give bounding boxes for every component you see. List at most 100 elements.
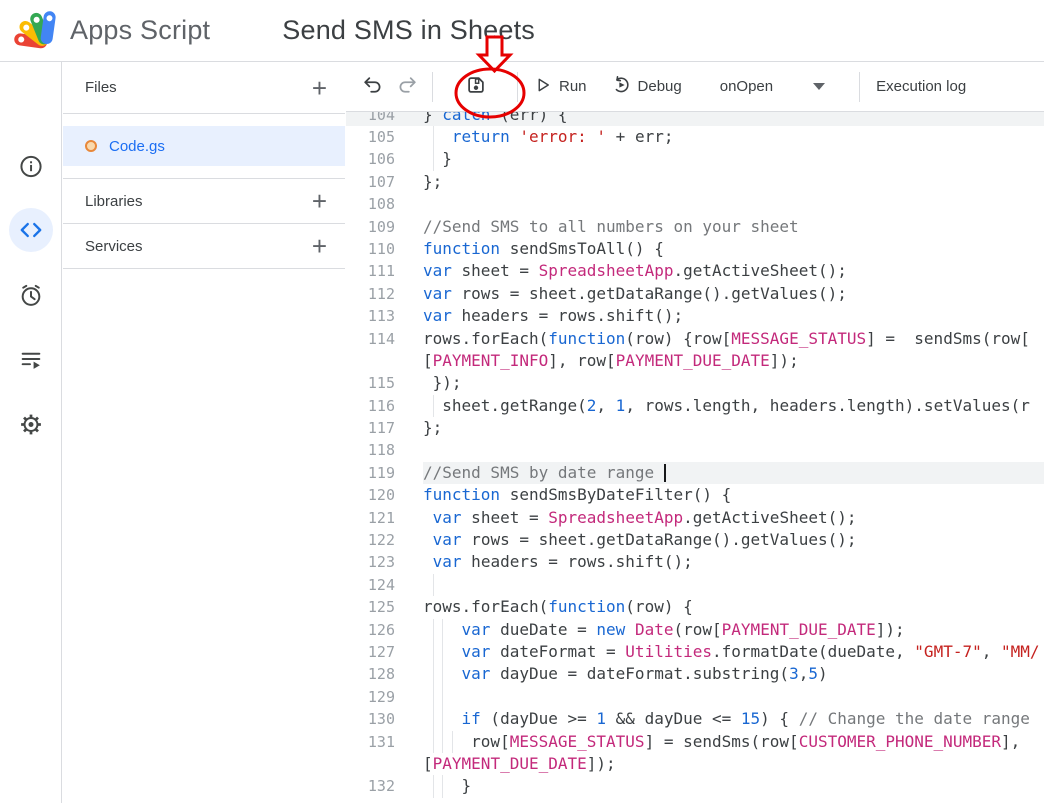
- code-text: if (dayDue >= 1 && dayDue <= 15) { // Ch…: [423, 708, 1044, 730]
- debug-icon: [611, 75, 631, 99]
- code-line[interactable]: 119//Send SMS by date range: [346, 462, 1044, 484]
- redo-icon: [396, 74, 418, 100]
- code-line[interactable]: 115 });: [346, 372, 1044, 394]
- code-line[interactable]: 116 sheet.getRange(2, 1, rows.length, he…: [346, 395, 1044, 417]
- run-label: Run: [559, 78, 587, 95]
- line-number: 107: [346, 171, 423, 193]
- line-number: 113: [346, 305, 423, 327]
- code-line[interactable]: 122 var rows = sheet.getDataRange().getV…: [346, 529, 1044, 551]
- libraries-label: Libraries: [85, 193, 143, 210]
- executions-button[interactable]: [18, 347, 43, 372]
- code-line[interactable]: 118: [346, 439, 1044, 461]
- code-line[interactable]: 123 var headers = rows.shift();: [346, 551, 1044, 573]
- code-line[interactable]: 117};: [346, 417, 1044, 439]
- line-number: 130: [346, 708, 423, 730]
- line-number: 127: [346, 641, 423, 663]
- code-text: } catch (err) {: [423, 112, 1044, 126]
- code-line[interactable]: 112var rows = sheet.getDataRange().getVa…: [346, 283, 1044, 305]
- line-number: 109: [346, 216, 423, 238]
- toolbar-divider: [432, 72, 433, 102]
- code-line[interactable]: 128 var dayDue = dateFormat.substring(3,…: [346, 663, 1044, 685]
- line-number: 110: [346, 238, 423, 260]
- settings-button[interactable]: [18, 412, 43, 437]
- debug-button[interactable]: Debug: [611, 75, 682, 99]
- code-text: function sendSmsByDateFilter() {: [423, 484, 1044, 506]
- code-text: //Send SMS by date range: [423, 462, 1044, 484]
- code-text: rows.forEach(function(row) {row[MESSAGE_…: [423, 328, 1044, 350]
- indent-guide: [442, 641, 443, 663]
- editor-button[interactable]: [9, 208, 53, 252]
- code-line[interactable]: [PAYMENT_INFO], row[PAYMENT_DUE_DATE]);: [346, 350, 1044, 372]
- code-text: });: [423, 372, 1044, 394]
- code-text: [423, 574, 1044, 596]
- code-line[interactable]: [PAYMENT_DUE_DATE]);: [346, 753, 1044, 775]
- code-line[interactable]: 113var headers = rows.shift();: [346, 305, 1044, 327]
- debug-label: Debug: [638, 78, 682, 95]
- code-text: }: [423, 148, 1044, 170]
- code-text: var dateFormat = Utilities.formatDate(du…: [423, 641, 1044, 663]
- line-number: 117: [346, 417, 423, 439]
- code-line[interactable]: 106 }: [346, 148, 1044, 170]
- run-play-icon: [534, 76, 552, 98]
- line-number: 124: [346, 574, 423, 596]
- code-text: [423, 439, 1044, 461]
- indent-guide: [442, 663, 443, 685]
- code-text: var sheet = SpreadsheetApp.getActiveShee…: [423, 260, 1044, 282]
- redo-button[interactable]: [396, 74, 418, 100]
- files-label: Files: [85, 79, 117, 96]
- code-line[interactable]: 124: [346, 574, 1044, 596]
- add-file-button[interactable]: +: [312, 75, 327, 101]
- code-line[interactable]: 129: [346, 686, 1044, 708]
- executions-list-icon: [18, 347, 43, 372]
- chevron-down-icon[interactable]: [813, 83, 825, 90]
- code-line[interactable]: 108: [346, 193, 1044, 215]
- add-service-button[interactable]: +: [312, 233, 327, 259]
- project-title[interactable]: Send SMS in Sheets: [282, 15, 535, 46]
- execution-log-button[interactable]: Execution log: [876, 78, 966, 95]
- save-button[interactable]: [465, 74, 487, 100]
- add-library-button[interactable]: +: [312, 188, 327, 214]
- code-line[interactable]: 109//Send SMS to all numbers on your she…: [346, 216, 1044, 238]
- code-line[interactable]: 104} catch (err) {: [346, 112, 1044, 126]
- line-number: 112: [346, 283, 423, 305]
- code-text: var headers = rows.shift();: [423, 305, 1044, 327]
- run-button[interactable]: Run: [534, 76, 587, 98]
- line-number: 116: [346, 395, 423, 417]
- code-line[interactable]: 121 var sheet = SpreadsheetApp.getActive…: [346, 507, 1044, 529]
- code-text: var rows = sheet.getDataRange().getValue…: [423, 529, 1044, 551]
- code-line[interactable]: 110function sendSmsToAll() {: [346, 238, 1044, 260]
- code-text: }: [423, 775, 1044, 797]
- triggers-button[interactable]: [18, 283, 43, 308]
- undo-icon: [362, 74, 384, 100]
- line-number: 129: [346, 686, 423, 708]
- code-line[interactable]: 125rows.forEach(function(row) {: [346, 596, 1044, 618]
- code-text: [423, 193, 1044, 215]
- function-select[interactable]: onOpen: [720, 78, 773, 95]
- undo-button[interactable]: [362, 74, 384, 100]
- left-icon-rail: [0, 62, 62, 803]
- toolbar-divider: [517, 72, 518, 102]
- code-text: row[MESSAGE_STATUS] = sendSms(row[CUSTOM…: [423, 731, 1044, 753]
- code-line[interactable]: 126 var dueDate = new Date(row[PAYMENT_D…: [346, 619, 1044, 641]
- line-number: 123: [346, 551, 423, 573]
- overview-info-button[interactable]: [18, 154, 43, 179]
- code-line[interactable]: 114rows.forEach(function(row) {row[MESSA…: [346, 328, 1044, 350]
- indent-guide: [433, 708, 434, 730]
- line-number: 119: [346, 462, 423, 484]
- code-line[interactable]: 111var sheet = SpreadsheetApp.getActiveS…: [346, 260, 1044, 282]
- services-label: Services: [85, 238, 143, 255]
- code-line[interactable]: 105 return 'error: ' + err;: [346, 126, 1044, 148]
- code-line[interactable]: 132 }: [346, 775, 1044, 797]
- code-text: [PAYMENT_DUE_DATE]);: [423, 753, 1044, 775]
- code-line[interactable]: 120function sendSmsByDateFilter() {: [346, 484, 1044, 506]
- file-item-code-gs[interactable]: Code.gs: [63, 126, 345, 166]
- code-line[interactable]: 130 if (dayDue >= 1 && dayDue <= 15) { /…: [346, 708, 1044, 730]
- line-number: 131: [346, 731, 423, 753]
- code-editor[interactable]: 104} catch (err) {105 return 'error: ' +…: [346, 112, 1044, 803]
- line-number: 132: [346, 775, 423, 797]
- code-line[interactable]: 127 var dateFormat = Utilities.formatDat…: [346, 641, 1044, 663]
- line-number: 121: [346, 507, 423, 529]
- file-list: Code.gs: [63, 114, 345, 179]
- code-line[interactable]: 131 row[MESSAGE_STATUS] = sendSms(row[CU…: [346, 731, 1044, 753]
- code-line[interactable]: 107};: [346, 171, 1044, 193]
